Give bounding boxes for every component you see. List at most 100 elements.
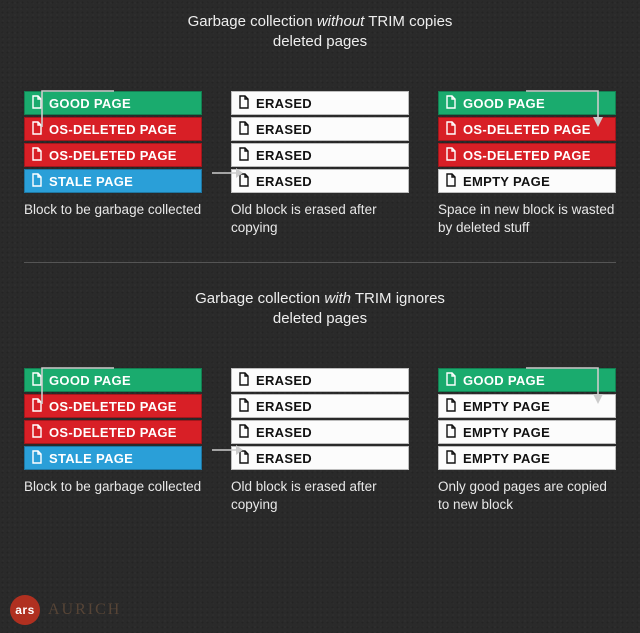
block-column: GOOD PAGE OS-DELETED PAGE OS-DELETED PAGE E… <box>438 91 616 236</box>
page-label: GOOD PAGE <box>49 96 131 111</box>
title-text: TRIM copies <box>364 13 452 30</box>
page-row: GOOD PAGE <box>438 91 616 115</box>
column-caption: Space in new block is wasted by deleted … <box>438 201 616 236</box>
page-icon <box>238 95 256 112</box>
page-icon <box>31 424 49 441</box>
footer: ars AURICH <box>10 595 121 625</box>
page-row: ERASED <box>231 169 409 193</box>
page-row: GOOD PAGE <box>438 368 616 392</box>
title-emphasis: without <box>317 13 365 30</box>
page-label: ERASED <box>256 96 312 111</box>
page-icon <box>238 424 256 441</box>
title-text: deleted pages <box>273 33 367 50</box>
page-row: ERASED <box>231 368 409 392</box>
diagram-section: GOOD PAGE OS-DELETED PAGE OS-DELETED PAGE S… <box>0 91 640 236</box>
page-row: OS-DELETED PAGE <box>438 117 616 141</box>
page-row: STALE PAGE <box>24 446 202 470</box>
page-icon <box>31 95 49 112</box>
page-icon <box>445 398 463 415</box>
block-column: ERASED ERASED ERASED ERASED Old block is era… <box>231 368 409 513</box>
page-icon <box>238 121 256 138</box>
page-row: ERASED <box>231 143 409 167</box>
page-row: ERASED <box>231 394 409 418</box>
page-label: EMPTY PAGE <box>463 399 550 414</box>
page-icon <box>31 398 49 415</box>
page-row: OS-DELETED PAGE <box>24 420 202 444</box>
page-row: ERASED <box>231 420 409 444</box>
page-label: ERASED <box>256 425 312 440</box>
page-stack: ERASED ERASED ERASED ERASED <box>231 368 409 470</box>
title-text: Garbage collection <box>195 290 324 307</box>
page-icon <box>238 372 256 389</box>
page-row: OS-DELETED PAGE <box>24 117 202 141</box>
page-label: OS-DELETED PAGE <box>49 399 177 414</box>
page-icon <box>238 147 256 164</box>
page-icon <box>445 95 463 112</box>
page-icon <box>445 173 463 190</box>
page-row: EMPTY PAGE <box>438 420 616 444</box>
page-icon <box>238 398 256 415</box>
page-row: GOOD PAGE <box>24 91 202 115</box>
page-icon <box>445 121 463 138</box>
page-icon <box>31 450 49 467</box>
page-stack: GOOD PAGE OS-DELETED PAGE OS-DELETED PAGE E… <box>438 91 616 193</box>
section-title: Garbage collection with TRIM ignores dele… <box>0 277 640 336</box>
page-row: ERASED <box>231 446 409 470</box>
page-row: ERASED <box>231 117 409 141</box>
column-caption: Old block is erased after copying <box>231 478 409 513</box>
page-icon <box>31 121 49 138</box>
page-icon <box>31 372 49 389</box>
title-text: deleted pages <box>273 310 367 327</box>
diagram-section: GOOD PAGE OS-DELETED PAGE OS-DELETED PAGE S… <box>0 368 640 513</box>
page-row: GOOD PAGE <box>24 368 202 392</box>
page-label: EMPTY PAGE <box>463 425 550 440</box>
page-icon <box>31 147 49 164</box>
page-label: ERASED <box>256 148 312 163</box>
page-stack: ERASED ERASED ERASED ERASED <box>231 91 409 193</box>
title-text: TRIM ignores <box>351 290 445 307</box>
page-label: STALE PAGE <box>49 451 133 466</box>
page-row: STALE PAGE <box>24 169 202 193</box>
page-label: EMPTY PAGE <box>463 451 550 466</box>
block-column: GOOD PAGE OS-DELETED PAGE OS-DELETED PAGE S… <box>24 91 202 236</box>
page-icon <box>445 450 463 467</box>
title-emphasis: with <box>324 290 351 307</box>
page-label: STALE PAGE <box>49 174 133 189</box>
block-column: GOOD PAGE EMPTY PAGE EMPTY PAGE EMPTY PAGE O… <box>438 368 616 513</box>
arrow-right-icon <box>210 440 244 460</box>
page-label: ERASED <box>256 399 312 414</box>
section-title: Garbage collection without TRIM copies de… <box>0 0 640 59</box>
page-label: OS-DELETED PAGE <box>463 122 591 137</box>
page-label: ERASED <box>256 122 312 137</box>
block-column: GOOD PAGE OS-DELETED PAGE OS-DELETED PAGE S… <box>24 368 202 513</box>
page-icon <box>31 173 49 190</box>
page-icon <box>445 147 463 164</box>
page-row: EMPTY PAGE <box>438 446 616 470</box>
page-label: OS-DELETED PAGE <box>49 425 177 440</box>
page-row: OS-DELETED PAGE <box>438 143 616 167</box>
page-stack: GOOD PAGE OS-DELETED PAGE OS-DELETED PAGE S… <box>24 368 202 470</box>
page-label: OS-DELETED PAGE <box>49 122 177 137</box>
arrow-right-icon <box>210 163 244 183</box>
column-caption: Block to be garbage collected <box>24 201 202 219</box>
page-label: ERASED <box>256 373 312 388</box>
column-caption: Only good pages are copied to new block <box>438 478 616 513</box>
page-stack: GOOD PAGE OS-DELETED PAGE OS-DELETED PAGE S… <box>24 91 202 193</box>
signature: AURICH <box>48 601 121 619</box>
page-label: GOOD PAGE <box>49 373 131 388</box>
section-divider <box>24 262 616 263</box>
page-label: OS-DELETED PAGE <box>463 148 591 163</box>
page-row: OS-DELETED PAGE <box>24 394 202 418</box>
page-label: ERASED <box>256 174 312 189</box>
page-icon <box>445 372 463 389</box>
page-label: ERASED <box>256 451 312 466</box>
page-row: EMPTY PAGE <box>438 169 616 193</box>
page-row: ERASED <box>231 91 409 115</box>
page-label: GOOD PAGE <box>463 96 545 111</box>
page-label: OS-DELETED PAGE <box>49 148 177 163</box>
column-caption: Block to be garbage collected <box>24 478 202 496</box>
title-text: Garbage collection <box>188 13 317 30</box>
page-icon <box>445 424 463 441</box>
page-row: EMPTY PAGE <box>438 394 616 418</box>
page-stack: GOOD PAGE EMPTY PAGE EMPTY PAGE EMPTY PAGE <box>438 368 616 470</box>
